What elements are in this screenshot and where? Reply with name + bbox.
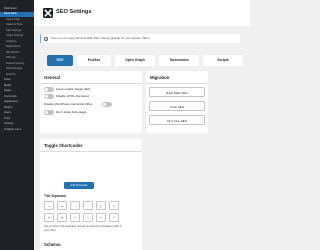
tab-seo[interactable]: SEO	[47, 55, 73, 66]
migration-title: Migration	[150, 75, 170, 80]
sidebar-item[interactable]: Tools	[0, 117, 34, 121]
separator-option[interactable]: ›	[70, 213, 80, 222]
separator-option[interactable]: «	[57, 213, 67, 222]
toggle-label: Disable WordPress Canonical URLs	[44, 102, 93, 106]
tab-scripts[interactable]: Scripts	[203, 55, 243, 66]
page-title: SEO Settings	[56, 9, 92, 15]
sidebar-item[interactable]: Plugin Settings	[0, 34, 34, 38]
sidebar-item[interactable]: Plugins	[0, 106, 34, 110]
notice-text: Here you can apply all Rank Math SEO set…	[51, 36, 151, 40]
sidebar-item[interactable]: Redirections	[0, 45, 34, 49]
separator-label: Title Separator	[44, 194, 67, 198]
screen: Dashboard Rank Math Help & FAQ Status & Too…	[0, 0, 250, 250]
schema-card: Schema	[40, 238, 142, 250]
separator-option[interactable]: ‹	[83, 213, 93, 222]
shortcodes-title: Toggle Shortcodes	[44, 143, 83, 148]
separator-option[interactable]: -	[70, 201, 80, 210]
sidebar-item[interactable]: SEO Settings	[0, 29, 34, 33]
migrate-rank-math-button[interactable]: Rank Math SEO	[149, 87, 205, 97]
sidebar-item[interactable]: Settings	[0, 122, 34, 126]
migrate-yoast-button[interactable]: Yoast SEO	[149, 101, 205, 111]
toggle-switch[interactable]	[102, 102, 112, 107]
separator-option[interactable]: •	[109, 201, 119, 210]
sidebar-item[interactable]: Help & FAQ	[0, 18, 34, 22]
general-title: General	[44, 75, 61, 80]
sidebar-item[interactable]: Posts	[0, 78, 34, 82]
page-header: SEO Settings	[34, 0, 250, 26]
toggle-switch[interactable]	[44, 94, 54, 99]
sidebar-item[interactable]: Analytics	[0, 40, 34, 44]
general-card: General Force enable Toggle SEO Disable …	[40, 71, 142, 133]
migrate-aioseo-button[interactable]: All in One SEO	[149, 115, 205, 125]
settings-tabs: SEO Profiles Open Graph Taxonomies Scrip…	[47, 55, 245, 66]
toggle-label: Force enable Toggle SEO	[56, 87, 91, 91]
separator-info: Set up which title separator should be u…	[44, 225, 124, 232]
separator-option[interactable]: *	[109, 213, 119, 222]
sidebar-item[interactable]: Comments	[0, 95, 34, 99]
sidebar-item[interactable]: Media	[0, 84, 34, 88]
sidebar-item[interactable]: Schema	[0, 73, 34, 77]
info-icon	[44, 36, 48, 41]
admin-sidebar: Dashboard Rank Math Help & FAQ Status & Too…	[0, 0, 34, 250]
tab-profiles[interactable]: Profiles	[77, 55, 111, 66]
info-notice: Here you can apply all Rank Math SEO set…	[40, 34, 240, 43]
add-shortcode-button[interactable]: Add Shortcode	[64, 182, 94, 189]
sidebar-item[interactable]: Sitemap	[0, 56, 34, 60]
separator-option[interactable]: ·	[83, 201, 93, 210]
separator-option[interactable]: —	[57, 201, 67, 210]
separator-option[interactable]: ~	[96, 213, 106, 222]
sidebar-item[interactable]: Collapse menu	[0, 128, 34, 132]
toggle-label: Disable HTML Rendered	[56, 94, 89, 98]
separator-option[interactable]: |	[96, 201, 106, 210]
sidebar-item[interactable]: Appearance	[0, 100, 34, 104]
info-text: Set up which title separator should be u…	[44, 225, 123, 232]
sidebar-item[interactable]: Role Manager	[0, 67, 34, 71]
toggle-label: Don't Index Sub-pages	[56, 110, 87, 114]
toggle-switch[interactable]	[44, 87, 54, 92]
toggle-switch[interactable]	[44, 110, 54, 115]
sidebar-item[interactable]: Status & Tools	[0, 23, 34, 27]
sidebar-item[interactable]: Dashboard	[0, 7, 34, 11]
sidebar-item[interactable]: Users	[0, 111, 34, 115]
main-content: SEO Settings Here you can apply all Rank…	[34, 0, 250, 250]
migration-card: Migration Rank Math SEO Yoast SEO All in…	[146, 71, 208, 133]
sidebar-item[interactable]: Pages	[0, 89, 34, 93]
separator-option[interactable]: »	[44, 213, 54, 222]
tab-taxonomies[interactable]: Taxonomies	[159, 55, 199, 66]
schema-title: Schema	[44, 242, 61, 247]
sidebar-item[interactable]: 404 Monitor	[0, 51, 34, 55]
sidebar-item[interactable]: Instant Indexing	[0, 62, 34, 66]
tab-open-graph[interactable]: Open Graph	[115, 55, 155, 66]
sidebar-item[interactable]: Rank Math	[0, 12, 34, 17]
plugin-logo-icon	[43, 8, 53, 18]
separator-option[interactable]: –	[44, 201, 54, 210]
